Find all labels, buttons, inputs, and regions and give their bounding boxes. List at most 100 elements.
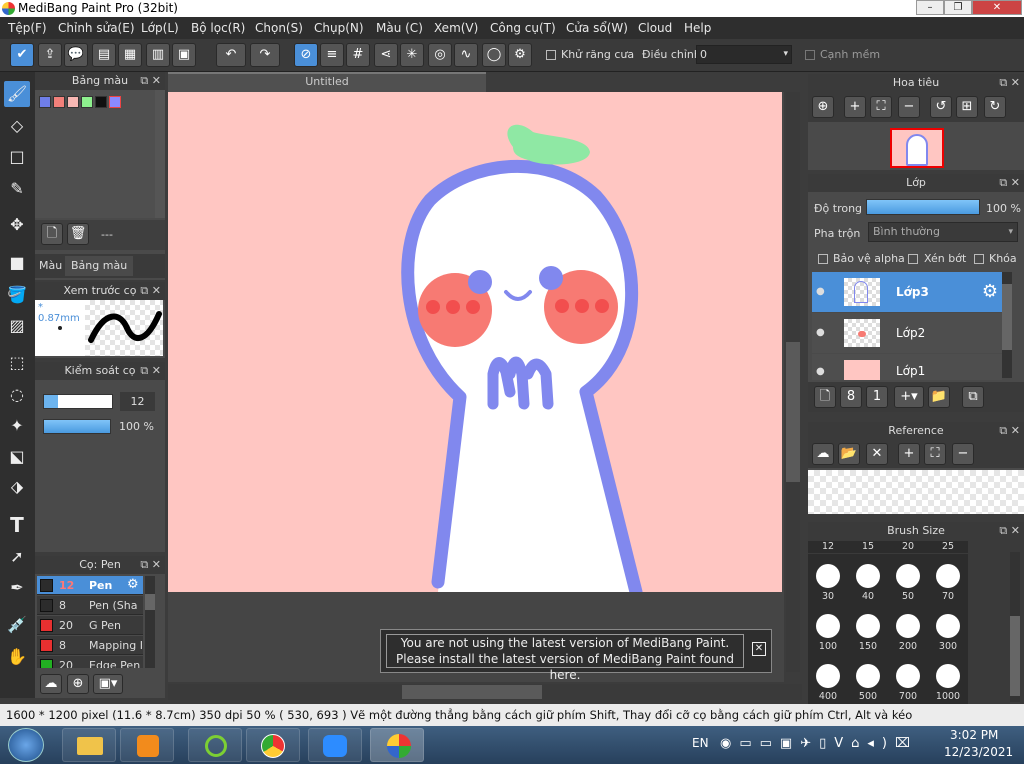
- new-layer-icon[interactable]: 🗋: [814, 386, 836, 408]
- menu-view[interactable]: Xem(V): [434, 21, 478, 35]
- brush-size-cell[interactable]: 150: [848, 604, 888, 654]
- notice-line-2[interactable]: Please install the latest version of Med…: [387, 651, 743, 683]
- brush-size-cell[interactable]: 70: [928, 554, 968, 604]
- color-swatch[interactable]: [53, 96, 65, 108]
- opacity-slider[interactable]: [43, 419, 111, 434]
- brush-size-cell[interactable]: 200: [888, 604, 928, 654]
- menu-layer[interactable]: Lớp(L): [141, 21, 179, 35]
- blend-select[interactable]: Bình thường ▾: [868, 222, 1018, 242]
- panel-close-icon[interactable]: ⧉ ✕: [140, 72, 161, 90]
- dot-tool-icon[interactable]: ✎: [4, 176, 30, 202]
- clock-date[interactable]: 12/23/2021: [944, 745, 1013, 759]
- brush-list-item[interactable]: 12 Pen ⚙: [37, 576, 143, 595]
- gear-icon[interactable]: ⚙: [127, 577, 139, 592]
- panel-close-icon[interactable]: ⧉ ✕: [999, 522, 1020, 540]
- menu-edit[interactable]: Chỉnh sửa(E): [58, 21, 135, 35]
- shape-tool-icon[interactable]: □: [4, 144, 30, 170]
- canvas-area[interactable]: You are not using the latest version of …: [168, 92, 800, 682]
- brush-size-top-label[interactable]: 12: [808, 541, 848, 553]
- brush-size-scrollbar[interactable]: [1010, 552, 1020, 702]
- parallel-snap-icon[interactable]: ≡: [320, 43, 344, 67]
- gradient-tool-icon[interactable]: ▨: [4, 313, 30, 339]
- menu-file[interactable]: Tệp(F): [8, 21, 47, 35]
- clip-checkbox[interactable]: [908, 254, 918, 264]
- note-icon[interactable]: ▤: [92, 43, 116, 67]
- menu-help[interactable]: Help: [684, 21, 711, 35]
- panel-close-icon[interactable]: ⧉ ✕: [140, 362, 161, 380]
- select-pen-icon[interactable]: ⬕: [4, 444, 30, 470]
- tray-icons[interactable]: ◉▭▭▣✈▯V⌂◂)⌧: [720, 736, 918, 751]
- color-swatch[interactable]: [39, 96, 51, 108]
- magic-wand-icon[interactable]: ✦: [4, 413, 30, 439]
- zoom-in-icon[interactable]: +: [898, 443, 920, 465]
- drawing-canvas[interactable]: [168, 92, 784, 592]
- brush-size-cell[interactable]: 700: [888, 654, 928, 704]
- zoom-in-icon[interactable]: +: [844, 96, 866, 118]
- brush-list-item[interactable]: 20 Edge Pen: [37, 656, 143, 668]
- reference-canvas[interactable]: [808, 470, 1024, 514]
- reset-view-icon[interactable]: ⊞: [956, 96, 978, 118]
- text-tool-icon[interactable]: T: [4, 512, 30, 538]
- duplicate-layer-icon[interactable]: ⧉: [962, 386, 984, 408]
- explorer-taskbar-icon[interactable]: [62, 728, 116, 762]
- lasso-tool-icon[interactable]: ◌: [4, 382, 30, 408]
- select-rect-icon[interactable]: ⬚: [4, 350, 30, 376]
- menu-tools[interactable]: Công cụ(T): [490, 21, 556, 35]
- layer-row[interactable]: ● Lớp3 ⚙: [812, 272, 1002, 312]
- snap-off-icon[interactable]: ⊘: [294, 43, 318, 67]
- color-swatch[interactable]: [95, 96, 107, 108]
- hand-tool-icon[interactable]: ✋: [4, 644, 30, 670]
- circle-snap-icon[interactable]: ◎: [428, 43, 452, 67]
- brush-tool-icon[interactable]: 🖌: [4, 81, 30, 107]
- page-icon[interactable]: ▦: [118, 43, 142, 67]
- fill-rect-icon[interactable]: ■: [4, 250, 30, 276]
- close-reference-icon[interactable]: ✕: [866, 443, 888, 465]
- radial-snap-icon[interactable]: ✳: [400, 43, 424, 67]
- rotate-right-icon[interactable]: ↻: [984, 96, 1006, 118]
- brush-size-cell[interactable]: 500: [848, 654, 888, 704]
- menu-color[interactable]: Màu (C): [376, 21, 423, 35]
- media-player-taskbar-icon[interactable]: [120, 728, 174, 762]
- size-value[interactable]: 12: [120, 392, 155, 411]
- panel-close-icon[interactable]: ⧉ ✕: [140, 282, 161, 300]
- alpha-checkbox[interactable]: [818, 254, 828, 264]
- color-swatch[interactable]: [67, 96, 79, 108]
- new-swatch-icon[interactable]: 🗋: [41, 223, 63, 245]
- zoom-taskbar-icon[interactable]: [308, 728, 362, 762]
- bucket-tool-icon[interactable]: 🪣: [4, 282, 30, 308]
- adjust-select[interactable]: 0 ▾: [696, 45, 792, 64]
- panel-close-icon[interactable]: ⧉ ✕: [999, 174, 1020, 192]
- new-1bit-layer-icon[interactable]: 1: [866, 386, 888, 408]
- size-slider[interactable]: [43, 394, 113, 409]
- tab-palette[interactable]: Bảng màu: [65, 256, 134, 276]
- maximize-button[interactable]: ❐: [944, 0, 972, 15]
- brush-size-cell[interactable]: 400: [808, 654, 848, 704]
- navigator-thumbnail[interactable]: [890, 128, 944, 168]
- eyedropper-tool-icon[interactable]: 💉: [4, 612, 30, 638]
- clock-time[interactable]: 3:02 PM: [950, 728, 998, 742]
- panel-close-icon[interactable]: ⧉ ✕: [999, 422, 1020, 440]
- panel-close-icon[interactable]: ⧉ ✕: [999, 74, 1020, 92]
- grid-icon[interactable]: ▣: [172, 43, 196, 67]
- color-swatch[interactable]: [81, 96, 93, 108]
- move-tool-icon[interactable]: ✥: [4, 212, 30, 238]
- brush-size-cell[interactable]: 30: [808, 554, 848, 604]
- canvas-hscroll[interactable]: [168, 684, 802, 700]
- brush-size-top-label[interactable]: 20: [888, 541, 928, 553]
- brush-size-top-label[interactable]: 15: [848, 541, 888, 553]
- color-swatch[interactable]: [109, 96, 121, 108]
- trash-icon[interactable]: 🗑: [67, 223, 89, 245]
- divide-tool-icon[interactable]: ✒: [4, 575, 30, 601]
- layer-opacity-slider[interactable]: [866, 199, 980, 215]
- folder-icon[interactable]: 📁: [928, 386, 950, 408]
- brush-list-scrollbar[interactable]: [145, 576, 155, 668]
- update-notice[interactable]: You are not using the latest version of …: [380, 629, 772, 682]
- close-button[interactable]: ✕: [972, 0, 1022, 15]
- layer-scrollbar[interactable]: [1002, 272, 1012, 378]
- canvas-vscroll[interactable]: [786, 92, 800, 672]
- brush-list-item[interactable]: 8 Mapping I: [37, 636, 143, 655]
- notice-close-icon[interactable]: ✕: [752, 642, 766, 656]
- brush-size-cell[interactable]: 40: [848, 554, 888, 604]
- brush-menu-icon[interactable]: ▣▾: [93, 674, 123, 694]
- menu-window[interactable]: Cửa sổ(W): [566, 21, 628, 35]
